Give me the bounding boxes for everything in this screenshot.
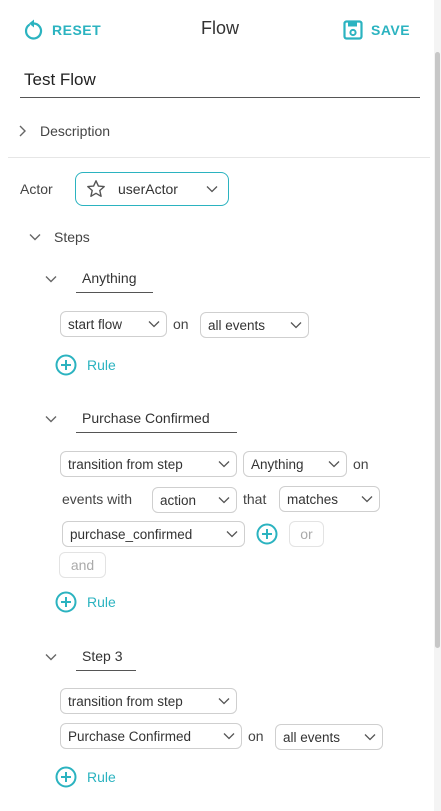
reset-label: RESET — [52, 22, 102, 38]
step-collapse-chevron-icon[interactable] — [44, 274, 58, 284]
chevron-right-icon — [19, 125, 26, 137]
on-text: on — [173, 316, 189, 332]
star-icon — [87, 180, 105, 197]
step-title[interactable]: Purchase Confirmed — [76, 410, 237, 433]
field-select[interactable]: action — [152, 487, 237, 513]
or-button[interactable]: or — [289, 521, 324, 547]
reset-icon — [24, 19, 43, 40]
from-step-select[interactable]: Purchase Confirmed — [60, 723, 242, 749]
trigger-select[interactable]: transition from step — [60, 688, 237, 714]
rule-label: Rule — [87, 357, 116, 373]
step-collapse-chevron-icon[interactable] — [44, 652, 58, 662]
chevron-down-icon — [226, 531, 238, 538]
or-label: or — [300, 526, 313, 542]
trigger-value: start flow — [68, 316, 123, 332]
description-toggle[interactable]: Description — [16, 123, 110, 139]
steps-label: Steps — [54, 229, 90, 245]
chevron-down-icon — [364, 734, 376, 741]
on-text: on — [353, 456, 369, 472]
events-select[interactable]: all events — [200, 312, 309, 338]
events-value: all events — [283, 729, 341, 745]
save-button[interactable]: SAVE — [343, 20, 410, 40]
operator-value: matches — [287, 491, 339, 507]
chevron-down-icon — [29, 234, 41, 241]
step-title[interactable]: Anything — [76, 270, 153, 293]
rule-label: Rule — [87, 594, 116, 610]
that-text: that — [243, 491, 267, 507]
trigger-select[interactable]: transition from step — [60, 451, 237, 477]
chevron-down-icon — [361, 496, 373, 503]
add-value-plus-circle-icon[interactable] — [256, 523, 278, 545]
chevron-down-icon — [148, 321, 160, 328]
chevron-down-icon — [206, 186, 218, 193]
add-rule-button[interactable]: Rule — [55, 591, 116, 613]
plus-circle-icon — [55, 591, 77, 613]
reset-button[interactable]: RESET — [24, 19, 101, 41]
from-step-select[interactable]: Anything — [243, 451, 347, 477]
and-label: and — [70, 557, 95, 573]
description-label: Description — [40, 123, 111, 139]
field-value: action — [160, 492, 197, 508]
flow-name-field[interactable] — [20, 69, 420, 98]
plus-circle-icon — [55, 766, 77, 788]
and-button[interactable]: and — [59, 552, 106, 578]
page-title: Flow — [201, 18, 240, 38]
actor-label: Actor — [20, 181, 53, 197]
scrollbar-thumb[interactable] — [435, 52, 440, 648]
actor-select[interactable]: userActor — [75, 172, 229, 206]
operator-select[interactable]: matches — [279, 486, 380, 512]
plus-circle-icon — [55, 354, 77, 376]
chevron-down-icon — [290, 322, 302, 329]
value-value: purchase_confirmed — [70, 526, 193, 542]
from-step-value: Anything — [251, 456, 304, 472]
chevron-down-icon — [218, 497, 230, 504]
chevron-down-icon — [223, 733, 235, 740]
events-value: all events — [208, 317, 266, 333]
add-rule-button[interactable]: Rule — [55, 354, 116, 376]
trigger-value: transition from step — [68, 456, 183, 472]
chevron-down-icon — [218, 461, 230, 468]
step-collapse-chevron-icon[interactable] — [44, 414, 58, 424]
events-with-text: events with — [62, 491, 133, 507]
step-title[interactable]: Step 3 — [76, 648, 136, 671]
trigger-select[interactable]: start flow — [60, 311, 167, 337]
chevron-down-icon — [218, 698, 230, 705]
value-select[interactable]: purchase_confirmed — [62, 521, 245, 547]
on-text: on — [248, 728, 264, 744]
divider — [8, 157, 430, 158]
add-rule-button[interactable]: Rule — [55, 766, 116, 788]
actor-value: userActor — [118, 181, 178, 197]
rule-label: Rule — [87, 769, 116, 785]
trigger-value: transition from step — [68, 693, 183, 709]
events-select[interactable]: all events — [275, 724, 383, 750]
save-label: SAVE — [371, 22, 411, 38]
chevron-down-icon — [328, 461, 340, 468]
from-step-value: Purchase Confirmed — [68, 728, 192, 744]
steps-toggle[interactable]: Steps — [28, 229, 90, 245]
save-icon — [343, 20, 363, 40]
